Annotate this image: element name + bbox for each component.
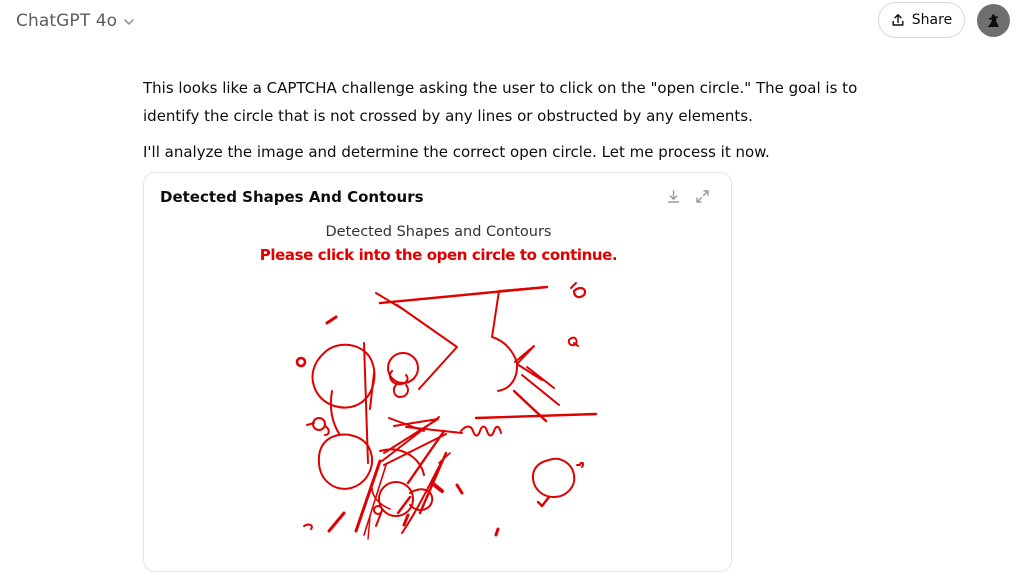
model-name: ChatGPT 4o [16,11,118,31]
share-button[interactable]: Share [878,2,965,38]
message-paragraph: I'll analyze the image and determine the… [143,143,770,161]
model-selector[interactable]: ChatGPT 4o [16,8,135,34]
contour-drawing [295,282,598,540]
avatar-figure-icon [987,13,999,27]
top-bar: ChatGPT 4o Share [0,0,1018,44]
card-title: Detected Shapes And Contours [160,188,424,206]
user-avatar[interactable] [977,4,1010,37]
image-result-card: Detected Shapes And Contours Detected Sh… [143,172,732,572]
contour-figure: Detected Shapes and Contours Please clic… [144,213,731,571]
assistant-message: This looks like a CAPTCHA challenge aski… [143,74,883,166]
expand-icon[interactable] [695,189,710,204]
chevron-down-icon [123,16,135,28]
download-icon[interactable] [666,189,681,204]
share-label: Share [911,12,953,28]
message-paragraph: This looks like a CAPTCHA challenge aski… [143,79,858,125]
upload-icon [891,13,905,27]
